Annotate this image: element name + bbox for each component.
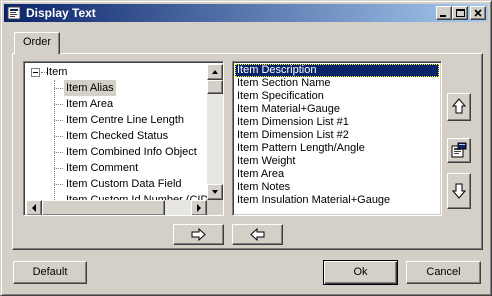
tree-node-item[interactable]: Item bbox=[46, 64, 67, 80]
tree-branch bbox=[54, 104, 63, 105]
tab-order-label: Order bbox=[22, 36, 52, 48]
list-item[interactable]: Item Area bbox=[235, 168, 439, 181]
tree-node[interactable]: Item Comment bbox=[66, 160, 138, 176]
scroll-down-button[interactable] bbox=[207, 184, 223, 200]
list-item-item-description[interactable]: Item Description bbox=[235, 64, 439, 77]
tree-branch bbox=[54, 88, 63, 89]
available-fields-tree[interactable]: Item Item Alias Item Area Item Centre Li… bbox=[23, 61, 224, 216]
properties-button[interactable] bbox=[447, 138, 471, 163]
tree-node[interactable]: Item Area bbox=[66, 96, 113, 112]
maximize-button[interactable] bbox=[452, 6, 468, 20]
window-title: Display Text bbox=[26, 6, 96, 20]
list-item[interactable]: Item Dimension List #2 bbox=[235, 129, 439, 142]
tree-content: Item Item Alias Item Area Item Centre Li… bbox=[26, 64, 207, 200]
minimize-button[interactable] bbox=[436, 6, 452, 20]
tree-branch bbox=[54, 168, 63, 169]
properties-icon bbox=[451, 142, 467, 158]
arrow-down-icon bbox=[451, 183, 467, 199]
minimize-icon bbox=[440, 15, 446, 17]
title-bar[interactable]: Display Text bbox=[4, 4, 488, 22]
list-item[interactable]: Item Notes bbox=[235, 181, 439, 194]
move-up-button[interactable] bbox=[447, 93, 471, 121]
default-button[interactable]: Default bbox=[13, 261, 87, 284]
cancel-button-label: Cancel bbox=[426, 266, 461, 278]
scroll-right-button[interactable] bbox=[191, 200, 207, 215]
dialog-icon bbox=[7, 6, 21, 20]
default-button-label: Default bbox=[32, 266, 68, 278]
add-field-button[interactable] bbox=[173, 224, 224, 245]
scroll-up-button[interactable] bbox=[207, 64, 223, 80]
scroll-down-icon bbox=[212, 190, 218, 194]
tree-node-item-alias[interactable]: Item Alias bbox=[64, 80, 116, 96]
scroll-up-icon bbox=[212, 70, 218, 74]
tree-branch bbox=[54, 184, 63, 185]
scroll-left-button[interactable] bbox=[26, 200, 42, 215]
display-text-dialog: Display Text Order Item Item Alias Item … bbox=[0, 0, 492, 296]
tree-node[interactable]: Item Custom Data Field bbox=[66, 176, 182, 192]
arrow-left-icon bbox=[250, 227, 265, 242]
list-item[interactable]: Item Section Name bbox=[235, 77, 439, 90]
ok-button-label: Ok bbox=[353, 266, 368, 278]
tree-branch bbox=[54, 120, 63, 121]
scroll-left-icon bbox=[32, 204, 36, 212]
cancel-button[interactable]: Cancel bbox=[406, 261, 481, 284]
tree-vertical-thumb[interactable] bbox=[207, 80, 223, 94]
tree-node[interactable]: Item Combined Info Object bbox=[66, 144, 197, 160]
arrow-up-icon bbox=[451, 98, 467, 114]
collapse-icon[interactable] bbox=[31, 68, 40, 77]
tree-connector-line bbox=[54, 80, 55, 200]
list-item[interactable]: Item Pattern Length/Angle bbox=[235, 142, 439, 155]
list-item[interactable]: Item Specification bbox=[235, 90, 439, 103]
tree-branch bbox=[54, 152, 63, 153]
tree-node[interactable]: Item Checked Status bbox=[66, 128, 168, 144]
tree-horizontal-thumb[interactable] bbox=[42, 200, 165, 215]
maximize-icon bbox=[456, 9, 465, 17]
scrollbar-corner bbox=[207, 200, 223, 215]
close-icon bbox=[474, 9, 482, 17]
list-item[interactable]: Item Dimension List #1 bbox=[235, 116, 439, 129]
tree-branch bbox=[54, 136, 63, 137]
close-button[interactable] bbox=[470, 6, 486, 20]
list-item[interactable]: Item Material+Gauge bbox=[235, 103, 439, 116]
move-down-button[interactable] bbox=[447, 173, 471, 209]
tree-node[interactable]: Item Custom Id Number (CID) bbox=[66, 192, 207, 200]
list-item[interactable]: Item Insulation Material+Gauge bbox=[235, 194, 439, 207]
ok-button[interactable]: Ok bbox=[323, 260, 398, 285]
arrow-right-icon bbox=[191, 227, 206, 242]
remove-field-button[interactable] bbox=[232, 224, 283, 245]
list-item[interactable]: Item Weight bbox=[235, 155, 439, 168]
scroll-right-icon bbox=[197, 204, 201, 212]
tree-node[interactable]: Item Centre Line Length bbox=[66, 112, 184, 128]
display-order-list[interactable]: Item Description Item Section Name Item … bbox=[232, 61, 442, 216]
tab-order[interactable]: Order bbox=[14, 32, 60, 54]
